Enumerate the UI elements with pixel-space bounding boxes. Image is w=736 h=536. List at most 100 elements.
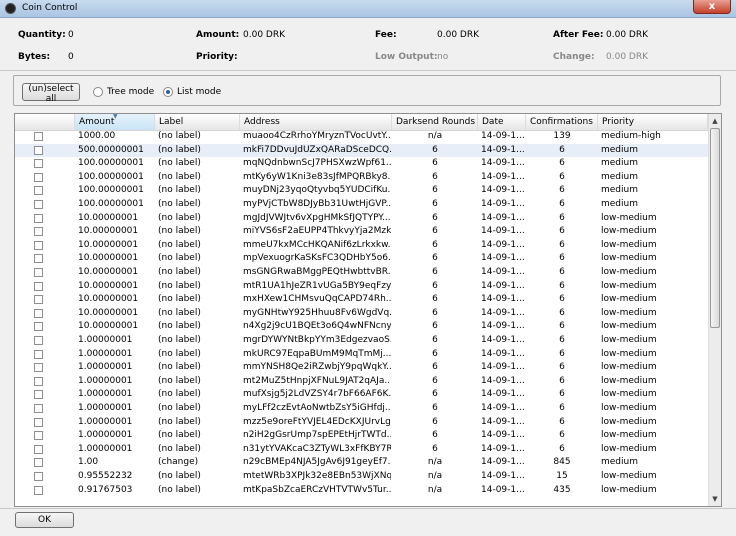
row-checkbox[interactable] <box>34 390 43 400</box>
row-checkbox[interactable] <box>34 308 43 318</box>
label-cell: (no label) <box>158 199 201 209</box>
change-value: 0.00 DRK <box>606 52 648 62</box>
table-row[interactable]: 10.00000001 (no label) miYVS6sF2aEUPP4Thkv… <box>15 225 708 239</box>
table-row[interactable]: 500.00000001 (no label) mkFi7DDvuJdUZxQARa… <box>15 143 708 158</box>
tree-mode-radio[interactable] <box>93 87 103 97</box>
amount-cell: 1.00000001 <box>78 335 133 345</box>
list-mode-label[interactable]: List mode <box>177 87 221 97</box>
row-checkbox[interactable] <box>34 240 43 250</box>
row-checkbox[interactable] <box>34 444 43 454</box>
date-cell: 14-09-1... <box>481 267 525 277</box>
tree-mode-label[interactable]: Tree mode <box>107 87 154 97</box>
scroll-down-icon[interactable]: ▼ <box>710 493 720 505</box>
header-darksend-rounds[interactable]: Darksend Rounds <box>392 114 478 130</box>
date-cell: 14-09-1... <box>481 389 525 400</box>
row-checkbox[interactable] <box>34 485 43 495</box>
list-mode-radio[interactable] <box>163 87 173 97</box>
table-row[interactable]: 10.00000001 (no label) mgJdJVWJtv6vXpgHMkS… <box>15 212 708 226</box>
row-checkbox[interactable] <box>34 336 43 345</box>
table-row[interactable]: 1.00000001 (no label) mt2MuZ5tHnpjXFNuL9JA… <box>15 375 708 389</box>
row-checkbox[interactable] <box>34 417 43 427</box>
row-checkbox[interactable] <box>34 268 43 277</box>
label-cell: (no label) <box>158 389 201 400</box>
table-row[interactable]: 1.00000001 (no label) mgrDYWYNtBkpYYm3Edge… <box>15 334 708 348</box>
row-checkbox[interactable] <box>34 254 43 264</box>
table-row[interactable]: 0.91767503 (no label) mtKpaSbZcaERCzVHTVTW… <box>15 484 708 498</box>
table-row[interactable]: 1.00000001 (no label) mufXsjg5j2LdVZSY4r7b… <box>15 388 708 402</box>
table-row[interactable]: 1000.00 (no label) muaoo4CzRrhoYMryznTVocU… <box>15 130 708 144</box>
row-checkbox[interactable] <box>34 322 43 332</box>
row-checkbox[interactable] <box>34 431 43 441</box>
date-cell: 14-09-1... <box>481 321 525 332</box>
table-row[interactable]: 10.00000001 (no label) msGNGRwaBMggPEQtHwb… <box>15 266 708 280</box>
row-checkbox[interactable] <box>34 376 43 386</box>
table-row[interactable]: 1.00000001 (no label) n2iH2gGsrUmp7spEPEtH… <box>15 429 708 443</box>
label-cell: (no label) <box>158 375 201 386</box>
confirmations-cell: 6 <box>559 267 565 277</box>
scroll-up-icon[interactable]: ▲ <box>710 115 720 127</box>
ok-button[interactable]: OK <box>15 512 74 528</box>
row-checkbox[interactable] <box>34 172 43 182</box>
row-checkbox[interactable] <box>34 458 43 468</box>
table-row[interactable]: 100.00000001 (no label) mtKy6yW1Kni3e83sJf… <box>15 171 708 185</box>
row-checkbox[interactable] <box>34 349 43 359</box>
date-cell: 14-09-1... <box>481 280 525 291</box>
row-checkbox[interactable] <box>34 145 43 155</box>
table-row[interactable]: 1.00000001 (no label) myLFf2czEvtAoNwtbZsY… <box>15 402 708 416</box>
amount-cell: 100.00000001 <box>78 199 144 209</box>
header-amount[interactable]: ▼ Amount <box>75 114 155 130</box>
table-row[interactable]: 10.00000001 (no label) mmeU7kxMCcHKQANif6z… <box>15 239 708 253</box>
scrollbar-thumb[interactable] <box>710 128 720 328</box>
header-label[interactable]: Label <box>155 114 240 130</box>
confirmations-cell: 6 <box>559 171 565 182</box>
row-checkbox[interactable] <box>34 472 43 481</box>
address-cell: muyDNj23yqoQtyvbq5YUDCifKu... <box>243 185 391 196</box>
table-row[interactable]: 10.00000001 (no label) myGNHtwY925Hhuu8Fv6… <box>15 307 708 321</box>
row-checkbox[interactable] <box>34 159 43 169</box>
table-row[interactable]: 1.00 (change) n29cBMEp4NJA5JgAv6J91geyEf7.… <box>15 456 708 470</box>
address-cell: mgrDYWYNtBkpYYm3EdgezvaoS... <box>243 335 391 345</box>
row-checkbox[interactable] <box>34 227 43 237</box>
amount-label: Amount: <box>196 30 240 40</box>
row-checkbox[interactable] <box>34 281 43 291</box>
checkbox-column-header[interactable] <box>15 114 75 130</box>
table-row[interactable]: 1.00000001 (no label) mzz5e9oreFtYVJEL4EDc… <box>15 416 708 430</box>
priority-cell: low-medium <box>601 484 657 495</box>
confirmations-cell: 6 <box>559 253 565 264</box>
table-row[interactable]: 1.00000001 (no label) n31ytYVAKcaC3ZTyWL3x… <box>15 443 708 457</box>
row-checkbox[interactable] <box>34 363 43 373</box>
amount-cell: 10.00000001 <box>78 226 139 237</box>
row-checkbox[interactable] <box>34 200 43 209</box>
table-row[interactable]: 10.00000001 (no label) mtR1UA1hJeZR1vUGa5B… <box>15 280 708 294</box>
header-address[interactable]: Address <box>240 114 392 130</box>
header-confirmations[interactable]: Confirmations <box>526 114 598 130</box>
address-cell: mt2MuZ5tHnpjXFNuL9JAT2qAJa... <box>243 375 391 386</box>
row-checkbox[interactable] <box>34 213 43 223</box>
row-checkbox[interactable] <box>34 186 43 196</box>
amount-cell: 1.00 <box>78 457 99 468</box>
table-row[interactable]: 10.00000001 (no label) n4Xg2j9cU1BQEt3o6Q4… <box>15 320 708 334</box>
row-checkbox[interactable] <box>34 132 43 141</box>
table-row[interactable]: 0.95552232 (no label) mtetWRb3XPJk32e8EBn5… <box>15 470 708 484</box>
table-row[interactable]: 1.00000001 (no label) mmYNSH8Qe2iRZwbjY9pq… <box>15 361 708 375</box>
table-row[interactable]: 100.00000001 (no label) muyDNj23yqoQtyvbq5… <box>15 184 708 198</box>
row-checkbox[interactable] <box>34 295 43 305</box>
row-checkbox[interactable] <box>34 404 43 413</box>
select-all-button[interactable]: (un)select all <box>22 83 80 104</box>
label-cell: (no label) <box>158 362 201 373</box>
label-cell: (no label) <box>158 226 201 237</box>
table-row[interactable]: 10.00000001 (no label) mxHXew1CHMsvuQqCAPD… <box>15 293 708 307</box>
table-row[interactable]: 100.00000001 (no label) myPVjCTbW8DJyBb31U… <box>15 198 708 212</box>
header-date[interactable]: Date <box>478 114 526 130</box>
header-priority[interactable]: Priority <box>598 114 708 130</box>
darksend-rounds-cell: 6 <box>432 375 438 386</box>
close-button[interactable]: x <box>693 0 731 14</box>
vertical-scrollbar[interactable]: ▲ ▼ <box>708 114 721 506</box>
table-row[interactable]: 100.00000001 (no label) mqNQdnbwnScJ7PHSXw… <box>15 157 708 171</box>
table-row[interactable]: 10.00000001 (no label) mpVexuogrKaSKsFC3QD… <box>15 252 708 266</box>
confirmations-cell: 6 <box>559 144 565 155</box>
date-cell: 14-09-1... <box>481 335 525 345</box>
bytes-label: Bytes: <box>18 52 51 62</box>
date-cell: 14-09-1... <box>481 307 525 318</box>
table-row[interactable]: 1.00000001 (no label) mkURC97EqpaBUmM9MqTm… <box>15 348 708 362</box>
